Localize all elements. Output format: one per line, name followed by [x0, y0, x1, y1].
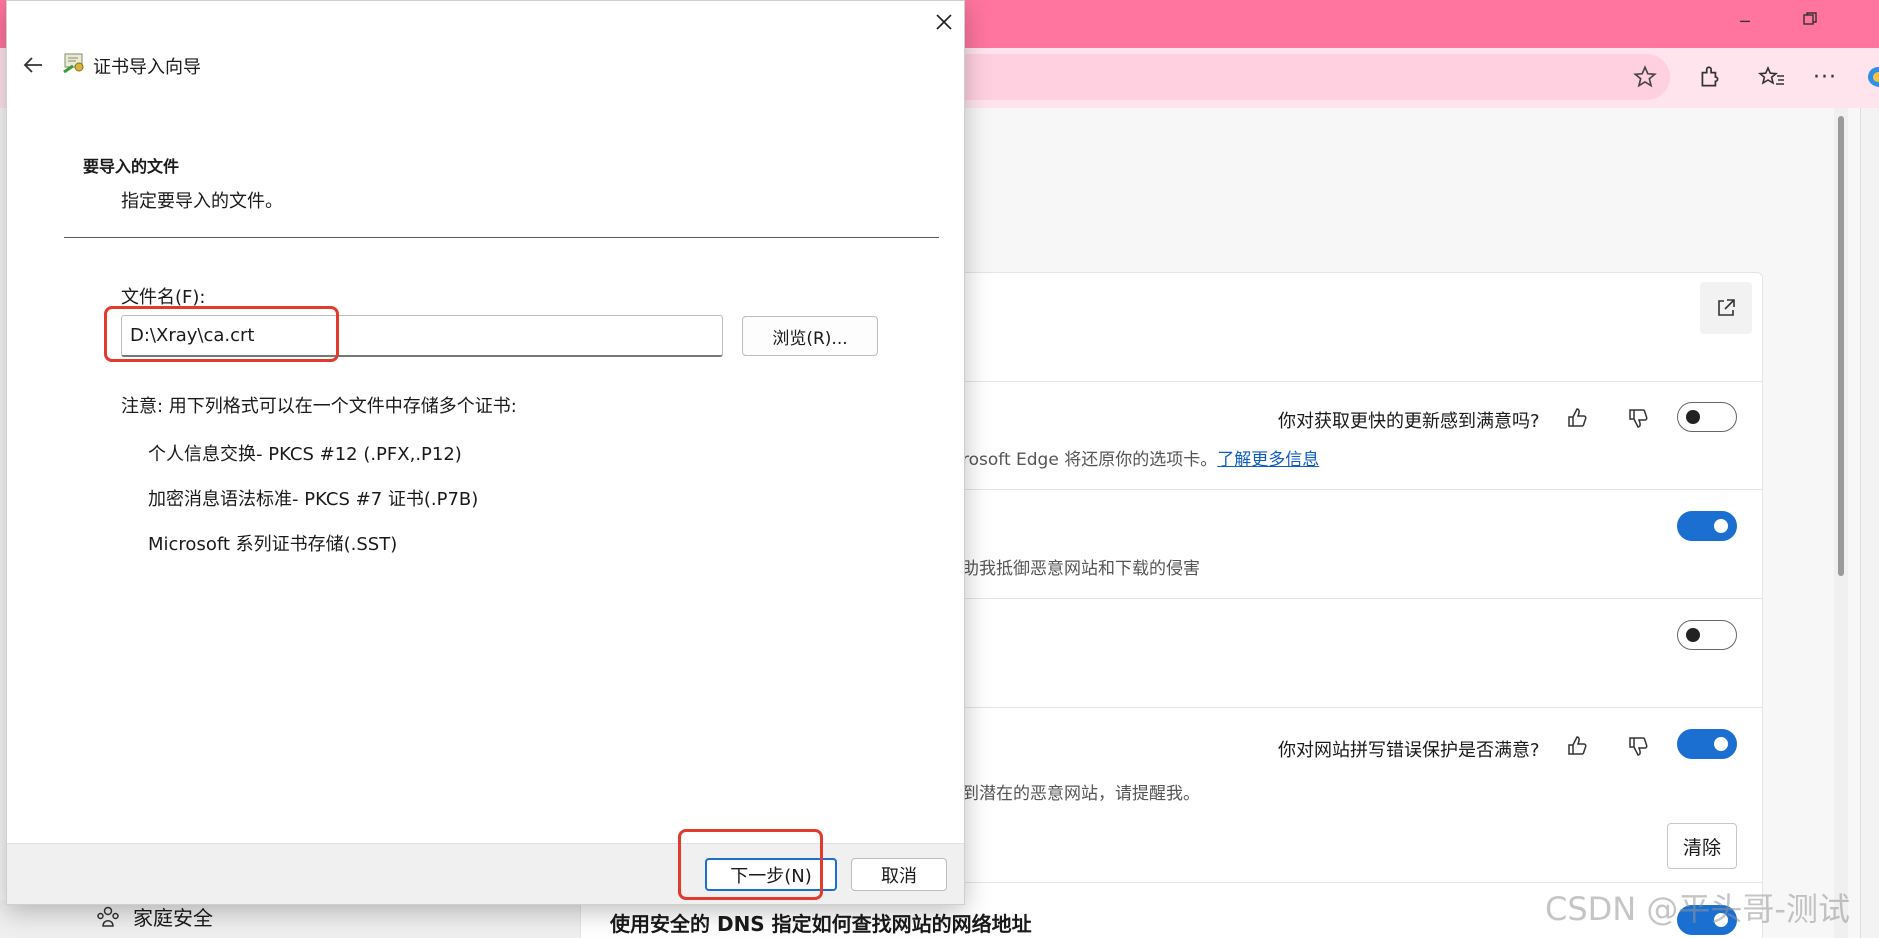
browse-button[interactable]: 浏览(R)... — [742, 316, 878, 356]
star-icon[interactable] — [1629, 61, 1661, 93]
format-item: Microsoft 系列证书存储(.SST) — [148, 534, 398, 555]
format-item: 加密消息语法标准- PKCS #7 证书(.P7B) — [148, 489, 479, 510]
close-icon[interactable] — [925, 5, 963, 39]
setting-description: rosoft Edge 将还原你的选项卡。了解更多信息 — [962, 450, 1320, 470]
watermark: CSDN @平头哥-测试 — [1545, 890, 1850, 928]
highlight-box — [104, 306, 339, 362]
copilot-icon[interactable] — [1862, 61, 1879, 93]
certificate-import-dialog: 证书导入向导 要导入的文件 指定要导入的文件。 文件名(F): 浏览(R)...… — [6, 0, 965, 905]
popout-button[interactable] — [1700, 282, 1752, 334]
family-icon — [97, 906, 119, 927]
feedback-question: 你对获取更快的更新感到满意吗? — [1278, 411, 1540, 432]
thumbs-down-icon[interactable] — [1624, 404, 1652, 432]
external-link-icon — [1718, 299, 1735, 316]
thumbs-up-icon[interactable] — [1563, 732, 1591, 760]
dns-setting-title: 使用安全的 DNS 指定如何查找网站的网络地址 — [610, 912, 1032, 936]
toggle-switch[interactable] — [1677, 620, 1737, 650]
restore-icon[interactable] — [1798, 10, 1822, 34]
dialog-title: 证书导入向导 — [93, 57, 201, 78]
extensions-icon[interactable] — [1694, 61, 1726, 93]
learn-more-link[interactable]: 了解更多信息 — [1217, 450, 1319, 470]
sidebar-bottom — [0, 900, 580, 938]
clear-button[interactable]: 清除 — [1667, 823, 1737, 869]
toggle-switch[interactable] — [1677, 402, 1737, 432]
thumbs-down-icon[interactable] — [1624, 732, 1652, 760]
edge-sidebar — [1860, 108, 1879, 938]
scrollbar-thumb[interactable] — [1838, 116, 1844, 576]
favorites-icon[interactable] — [1756, 61, 1788, 93]
sidebar-item-family-safety[interactable]: 家庭安全 — [95, 902, 213, 931]
highlight-box — [678, 829, 823, 900]
more-icon[interactable]: ··· — [1809, 61, 1841, 93]
feedback-question: 你对网站拼写错误保护是否满意? — [1278, 740, 1540, 761]
thumbs-up-icon[interactable] — [1563, 404, 1591, 432]
toggle-switch[interactable] — [1677, 729, 1737, 759]
toggle-switch[interactable] — [1677, 511, 1737, 541]
setting-description: 助我抵御恶意网站和下载的侵害 — [962, 559, 1200, 579]
minimize-icon[interactable]: ─ — [1733, 10, 1757, 34]
page-heading: 要导入的文件 — [83, 157, 180, 176]
page-subheading: 指定要导入的文件。 — [121, 191, 283, 212]
back-arrow-icon[interactable] — [17, 49, 49, 81]
sidebar-item-label: 家庭安全 — [133, 906, 213, 930]
certificate-icon — [62, 50, 88, 76]
format-item: 个人信息交换- PKCS #12 (.PFX,.P12) — [148, 444, 462, 465]
cancel-button[interactable]: 取消 — [851, 858, 947, 891]
format-note: 注意: 用下列格式可以在一个文件中存储多个证书: — [121, 396, 517, 417]
address-bar[interactable] — [900, 54, 1670, 100]
setting-description: 到潜在的恶意网站，请提醒我。 — [962, 784, 1200, 804]
divider — [64, 237, 939, 238]
